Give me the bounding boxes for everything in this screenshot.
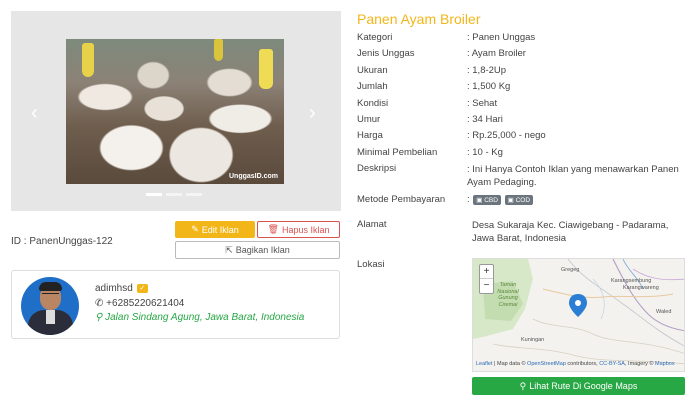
share-icon: ⇱	[225, 244, 233, 255]
spec-value: : Ini Hanya Contoh Iklan yang menawarkan…	[467, 164, 679, 188]
map-pin-icon[interactable]	[569, 294, 587, 317]
avatar	[21, 277, 79, 335]
map-label-waled: Waled	[656, 309, 672, 315]
map-attribution: Leaflet | Map data © OpenStreetMap contr…	[476, 361, 675, 367]
spec-key: Deskripsi	[357, 163, 397, 174]
spec-key: Umur	[357, 114, 381, 125]
spec-value: : 1,8-2Up	[467, 65, 507, 76]
listing-photo: UnggasID.com	[66, 39, 284, 184]
edit-listing-label: Edit Iklan	[201, 224, 239, 235]
pencil-icon: ✎	[191, 224, 199, 234]
map-label-karangwareng: Karangwareng	[623, 285, 659, 291]
spec-key: Kondisi	[357, 98, 389, 109]
spec-value: : Sehat	[467, 98, 498, 109]
phone-icon: ✆	[95, 298, 104, 309]
map-label-gregeg: Gregeg	[561, 267, 580, 273]
feeder-shape	[259, 49, 273, 89]
spec-key: Harga	[357, 130, 383, 141]
location-map[interactable]: + − Gregeg Karangsembung Karangwareng Ta…	[472, 258, 685, 372]
feeder-shape	[82, 43, 94, 77]
map-marker-icon: ⚲	[519, 380, 527, 391]
payment-prefix: :	[467, 194, 470, 205]
spec-value: : 10 - Kg	[467, 147, 503, 158]
seller-name[interactable]: adimhsd	[95, 283, 133, 294]
carousel-indicator[interactable]	[186, 193, 202, 196]
address-key: Alamat	[357, 219, 387, 230]
map-label-kuningan: Kuningan	[521, 337, 545, 343]
map-marker-icon: ⚲	[95, 312, 103, 323]
spec-key: Metode Pembayaran	[357, 194, 446, 205]
verified-badge-icon: ✓	[136, 284, 148, 293]
carousel-indicator[interactable]	[146, 193, 162, 196]
carousel-indicator[interactable]	[166, 193, 182, 196]
seller-phone-number: +6285220621404	[106, 298, 185, 309]
page-title: Panen Ayam Broiler	[357, 11, 481, 27]
route-button[interactable]: ⚲ Lihat Rute Di Google Maps	[472, 377, 685, 395]
spec-key: Minimal Pembelian	[357, 147, 438, 158]
leaflet-link[interactable]: Leaflet	[476, 361, 493, 367]
zoom-in-button[interactable]: +	[480, 265, 493, 279]
map-label-park: Taman Nasional Gunung Ciremai	[497, 282, 519, 308]
seller-address-text: Jalan Sindang Agung, Jawa Barat, Indones…	[105, 312, 305, 323]
spec-value: : Ayam Broiler	[467, 48, 526, 59]
spec-key: Kategori	[357, 32, 393, 43]
carousel-prev-icon[interactable]: ‹	[31, 103, 38, 123]
spec-key: Jumlah	[357, 81, 388, 92]
license-link[interactable]: CC-BY-SA	[599, 361, 625, 367]
share-listing-button[interactable]: ⇱ Bagikan Iklan	[175, 241, 340, 259]
spec-value: : Panen Unggas	[467, 32, 536, 43]
seller-name-row: adimhsd ✓	[95, 283, 148, 294]
trash-icon: 🗑	[267, 224, 279, 234]
listing-id: ID : PanenUnggas-122	[11, 236, 113, 247]
delete-listing-label: Hapus Iklan	[281, 224, 330, 235]
payment-badge-cod: ▣ COD	[504, 195, 534, 205]
map-label-karangsembung: Karangsembung	[611, 278, 652, 284]
spec-key: Ukuran	[357, 65, 388, 76]
spec-value: : Rp.25,000 - nego	[467, 130, 546, 141]
location-key: Lokasi	[357, 259, 385, 270]
carousel-next-icon[interactable]: ›	[309, 103, 316, 123]
carousel-indicators	[146, 193, 202, 196]
seller-card: adimhsd ✓ ✆ +6285220621404 ⚲ Jalan Sinda…	[11, 270, 340, 339]
route-button-label: Lihat Rute Di Google Maps	[529, 381, 638, 391]
photo-watermark: UnggasID.com	[228, 173, 278, 180]
address-value: Desa Sukaraja Kec. Ciawigebang - Padaram…	[472, 220, 669, 244]
edit-listing-button[interactable]: ✎ Edit Iklan	[175, 221, 255, 238]
share-listing-label: Bagikan Iklan	[235, 245, 290, 255]
seller-address: ⚲ Jalan Sindang Agung, Jawa Barat, Indon…	[95, 312, 304, 323]
spec-value: : 34 Hari	[467, 114, 503, 125]
osm-link[interactable]: OpenStreetMap	[527, 361, 566, 367]
feeder-shape	[214, 39, 223, 61]
spec-key: Jenis Unggas	[357, 48, 415, 59]
spec-value: : 1,500 Kg	[467, 81, 511, 92]
seller-phone[interactable]: ✆ +6285220621404	[95, 298, 184, 309]
mapbox-link[interactable]: Mapbox	[655, 361, 675, 367]
payment-badge-cbd: ▣ CBD	[473, 195, 501, 205]
delete-listing-button[interactable]: 🗑 Hapus Iklan	[257, 221, 340, 238]
listing-page: UnggasID.com ‹ › ID : PanenUnggas-122 ✎ …	[0, 0, 700, 400]
map-tiles	[473, 259, 684, 365]
image-carousel[interactable]: UnggasID.com ‹ ›	[11, 11, 341, 211]
payment-methods: : ▣ CBD ▣ COD	[467, 194, 687, 205]
